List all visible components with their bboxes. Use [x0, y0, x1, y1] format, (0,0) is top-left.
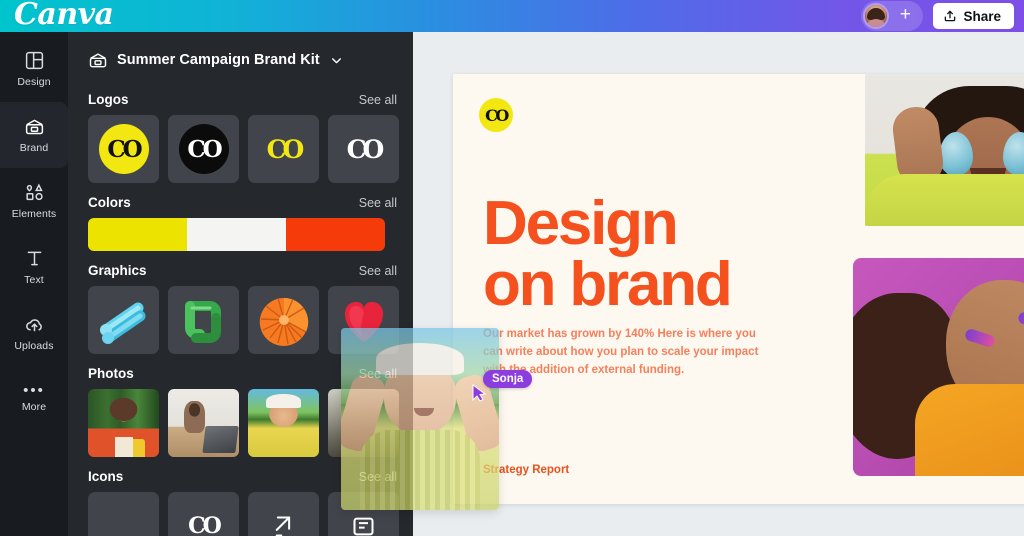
- section-header-colors: Colors See all: [88, 195, 397, 210]
- photo-detail-egg-left: [938, 131, 973, 176]
- logo-tile-white-text[interactable]: CO: [328, 115, 399, 183]
- layout-panel-icon: [25, 51, 43, 70]
- share-upload-icon: [945, 10, 956, 22]
- logo-mark: CO: [178, 124, 229, 174]
- section-title-graphics: Graphics: [88, 263, 147, 278]
- share-button-label: Share: [963, 8, 1001, 24]
- graphic-tile-green-loop[interactable]: [168, 286, 239, 354]
- logo-tile-yellow-circle[interactable]: CO: [88, 115, 159, 183]
- top-bar-right-group: + Share: [861, 0, 1024, 32]
- plus-icon[interactable]: +: [893, 4, 917, 28]
- brand-kit-selector[interactable]: Summer Campaign Brand Kit: [68, 32, 413, 80]
- ellipsis-icon: •••: [23, 381, 45, 399]
- logo-tile-black-circle[interactable]: CO: [168, 115, 239, 183]
- brand-kit-icon: [89, 53, 107, 68]
- see-all-colors[interactable]: See all: [359, 196, 397, 210]
- cloud-upload-icon: [25, 319, 42, 332]
- section-title-logos: Logos: [88, 92, 129, 107]
- canvas-photo-woman-purple-backdrop[interactable]: [853, 258, 1024, 476]
- see-all-graphics[interactable]: See all: [359, 264, 397, 278]
- page-logo-mark[interactable]: CO: [479, 98, 513, 132]
- drag-photo-cap: [375, 342, 465, 376]
- design-page[interactable]: CO Design on brand Our market has grown …: [453, 74, 1024, 504]
- graphic-tile-orange-shell[interactable]: [248, 286, 319, 354]
- arrow-corner-icon: [275, 515, 291, 536]
- icon-tile-co-mark[interactable]: CO: [168, 492, 239, 536]
- brand-kit-title: Summer Campaign Brand Kit: [117, 52, 320, 68]
- graphic-blue-tubes: [100, 302, 146, 344]
- drag-photo-body: [359, 429, 481, 510]
- section-title-colors: Colors: [88, 195, 131, 210]
- sidebar-label-brand: Brand: [19, 142, 49, 154]
- see-all-logos[interactable]: See all: [359, 93, 397, 107]
- logo-tile-yellow-text[interactable]: CO: [248, 115, 319, 183]
- color-swatch-brand-white[interactable]: [187, 218, 286, 251]
- color-swatch-brand-orange[interactable]: [286, 218, 385, 251]
- logo-tiles: CO CO CO CO: [88, 115, 399, 183]
- color-swatch-brand-yellow[interactable]: [88, 218, 187, 251]
- sidebar-item-brand[interactable]: Brand: [0, 102, 68, 168]
- section-header-graphics: Graphics See all: [88, 263, 397, 278]
- sidebar-item-design[interactable]: Design: [0, 36, 68, 102]
- text-t-icon: [27, 251, 41, 266]
- icon-tile-arrow-corner[interactable]: [248, 492, 319, 536]
- canva-logo[interactable]: Canva: [14, 0, 114, 30]
- photo-tile-woman-yellow-bag[interactable]: [88, 389, 159, 457]
- sidebar-label-uploads: Uploads: [14, 340, 54, 352]
- section-title-photos: Photos: [88, 366, 134, 381]
- top-bar: Canva + Share: [0, 0, 1024, 32]
- sidebar-item-text[interactable]: Text: [0, 234, 68, 300]
- avatar[interactable]: [863, 3, 890, 29]
- sidebar-label-text: Text: [24, 274, 44, 286]
- left-rail: Design Brand Elements Text Uploads ••• M…: [0, 32, 68, 536]
- logo-mark: CO: [98, 124, 149, 174]
- cursor-arrow-icon: [472, 384, 486, 402]
- co-mark-icon: CO: [188, 513, 222, 536]
- sidebar-item-uploads[interactable]: Uploads: [0, 300, 68, 366]
- sidebar-label-more: More: [21, 400, 47, 413]
- brand-color-bar: [88, 218, 385, 251]
- logo-mark: CO: [266, 134, 305, 164]
- icon-tile-blank[interactable]: [88, 492, 159, 536]
- brand-kit-icon: [25, 119, 43, 135]
- section-title-icons: Icons: [88, 469, 124, 484]
- document-icon: [353, 517, 374, 535]
- sidebar-label-design: Design: [17, 76, 51, 88]
- logo-mark: CO: [346, 134, 385, 164]
- page-headline[interactable]: Design on brand: [483, 189, 733, 319]
- collaborator-name-label: Sonja: [483, 370, 533, 388]
- shapes-icon: [25, 183, 43, 201]
- canva-editor-app: Canva + Share Design Brand Elements Text…: [0, 0, 1024, 536]
- collaborators-group: +: [861, 1, 924, 31]
- photo-tile-woman-white-cap[interactable]: [248, 389, 319, 457]
- sidebar-item-more[interactable]: ••• More: [0, 366, 68, 432]
- section-colors: Colors See all: [68, 195, 413, 251]
- canvas-photo-woman-blue-eggs[interactable]: [865, 74, 1024, 226]
- share-button[interactable]: Share: [933, 3, 1014, 29]
- chevron-down-icon[interactable]: [330, 54, 343, 67]
- sidebar-item-elements[interactable]: Elements: [0, 168, 68, 234]
- dragged-photo-woman-white-cap[interactable]: [341, 328, 499, 510]
- graphic-orange-shell: [259, 297, 309, 346]
- section-logos: Logos See all CO CO CO CO: [68, 92, 413, 183]
- photo-detail-jacket: [865, 174, 1024, 226]
- canvas-workspace[interactable]: CO Design on brand Our market has grown …: [413, 32, 1024, 536]
- photo-tile-woman-at-laptop[interactable]: [168, 389, 239, 457]
- headline-line-1: Design: [483, 189, 679, 258]
- graphic-green-loop: [185, 301, 221, 343]
- section-header-logos: Logos See all: [88, 92, 397, 107]
- photo-detail-hoodie: [915, 384, 1024, 476]
- headline-line-2: on brand: [483, 249, 733, 319]
- sidebar-label-elements: Elements: [11, 208, 57, 220]
- graphic-tile-blue-tubes[interactable]: [88, 286, 159, 354]
